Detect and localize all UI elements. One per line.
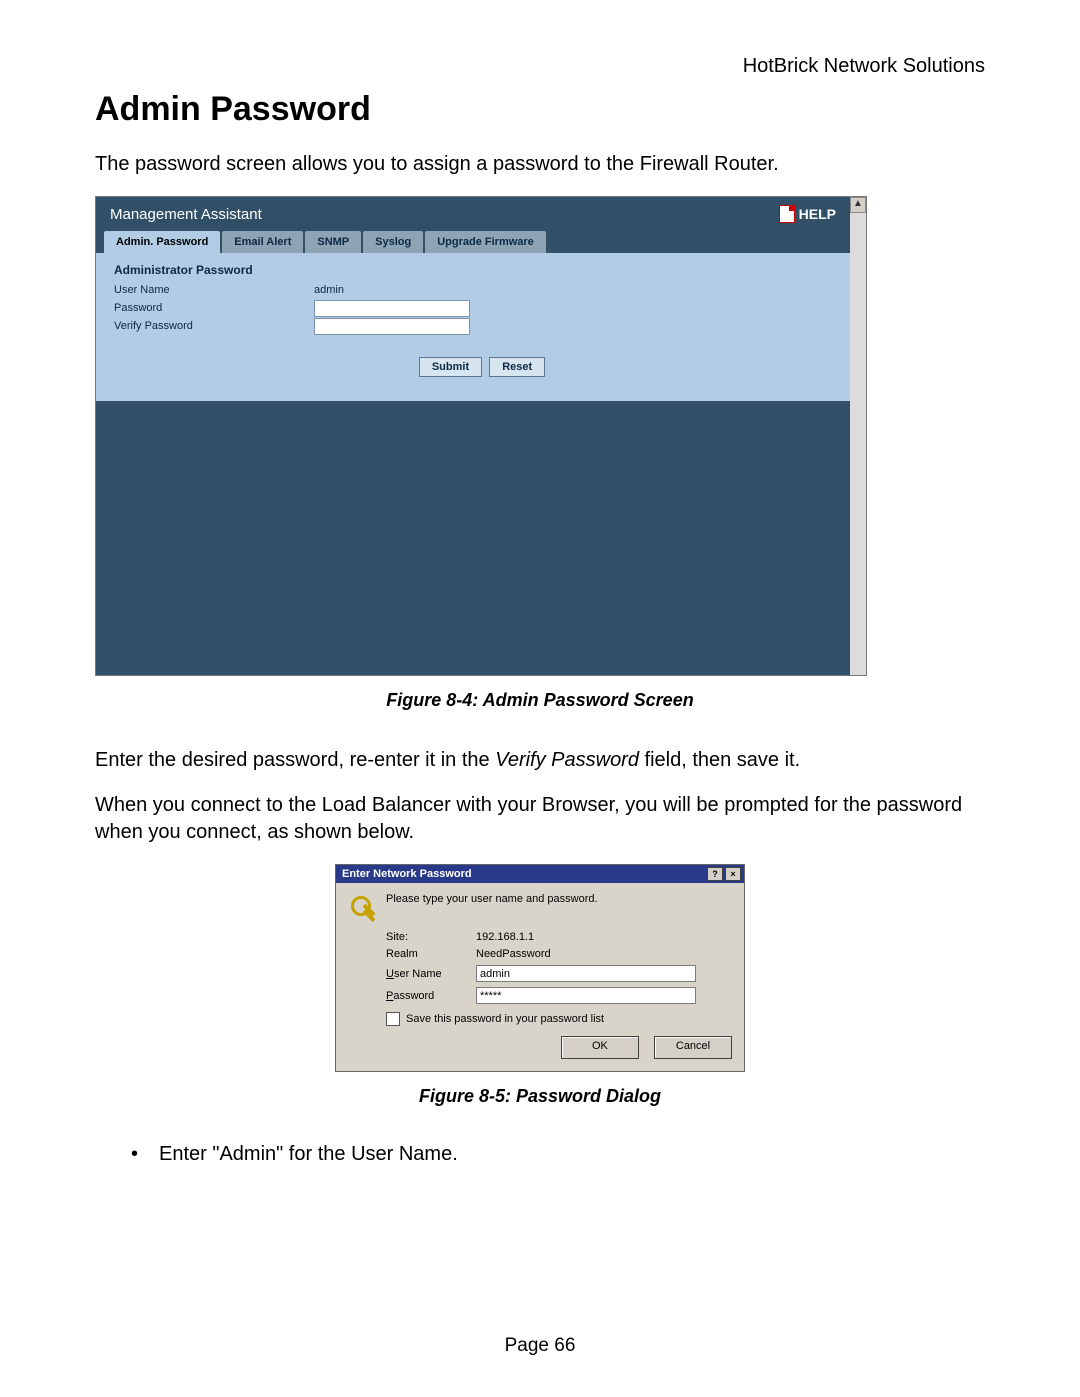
figure-caption-2: Figure 8-5: Password Dialog bbox=[95, 1086, 985, 1107]
bullet-1: Enter "Admin" for the User Name. bbox=[131, 1143, 985, 1166]
realm-label: Realm bbox=[386, 948, 476, 960]
dialog-password-label: Password bbox=[386, 990, 476, 1002]
tab-admin-password[interactable]: Admin. Password bbox=[104, 231, 220, 253]
ok-button[interactable]: OK bbox=[561, 1036, 639, 1059]
bullet-list: Enter "Admin" for the User Name. bbox=[131, 1143, 985, 1166]
reset-button[interactable]: Reset bbox=[489, 357, 545, 377]
tab-email-alert[interactable]: Email Alert bbox=[222, 231, 303, 253]
dialog-help-button[interactable]: ? bbox=[707, 867, 723, 881]
admin-password-panel: Administrator Password User Name admin P… bbox=[96, 253, 850, 401]
help-icon bbox=[779, 205, 795, 223]
intro-text: The password screen allows you to assign… bbox=[95, 151, 985, 178]
tab-snmp[interactable]: SNMP bbox=[305, 231, 361, 253]
verify-password-label: Verify Password bbox=[114, 320, 314, 332]
dialog-title-bar: Enter Network Password ? × bbox=[336, 865, 744, 883]
username-value: admin bbox=[314, 284, 474, 296]
tab-upgrade-firmware[interactable]: Upgrade Firmware bbox=[425, 231, 546, 253]
dialog-username-label: User Name bbox=[386, 968, 476, 980]
verify-password-input[interactable] bbox=[314, 318, 470, 335]
site-label: Site: bbox=[386, 931, 476, 943]
header-brand: HotBrick Network Solutions bbox=[95, 55, 985, 78]
admin-password-screenshot: ▲ Management Assistant HELP Admin. Passw… bbox=[95, 196, 867, 676]
paragraph-3: When you connect to the Load Balancer wi… bbox=[95, 792, 985, 846]
section-title: Administrator Password bbox=[114, 263, 850, 277]
page-number: Page 66 bbox=[0, 1335, 1080, 1357]
scroll-up-icon[interactable]: ▲ bbox=[850, 197, 866, 213]
password-dialog: Enter Network Password ? × Please type y… bbox=[335, 864, 745, 1072]
dialog-prompt: Please type your user name and password. bbox=[386, 893, 598, 905]
paragraph-2: Enter the desired password, re-enter it … bbox=[95, 747, 985, 774]
site-value: 192.168.1.1 bbox=[476, 931, 732, 943]
help-button[interactable]: HELP bbox=[779, 205, 836, 223]
tab-bar: Admin. Password Email Alert SNMP Syslog … bbox=[96, 231, 850, 253]
tab-syslog[interactable]: Syslog bbox=[363, 231, 423, 253]
figure-caption-1: Figure 8-4: Admin Password Screen bbox=[95, 690, 985, 711]
help-label: HELP bbox=[799, 206, 836, 222]
dialog-password-input[interactable] bbox=[476, 987, 696, 1004]
dialog-username-input[interactable] bbox=[476, 965, 696, 982]
scrollbar[interactable]: ▲ bbox=[849, 197, 866, 675]
app-title: Management Assistant bbox=[110, 206, 262, 223]
submit-button[interactable]: Submit bbox=[419, 357, 482, 377]
key-icon bbox=[348, 893, 376, 921]
password-input[interactable] bbox=[314, 300, 470, 317]
username-label: User Name bbox=[114, 284, 314, 296]
save-password-label: Save this password in your password list bbox=[406, 1013, 604, 1025]
cancel-button[interactable]: Cancel bbox=[654, 1036, 732, 1059]
save-password-checkbox[interactable]: Save this password in your password list bbox=[386, 1012, 732, 1026]
dialog-title: Enter Network Password bbox=[342, 868, 472, 880]
dialog-close-button[interactable]: × bbox=[725, 867, 741, 881]
password-label: Password bbox=[114, 302, 314, 314]
checkbox-icon bbox=[386, 1012, 400, 1026]
page-title: Admin Password bbox=[95, 90, 985, 129]
realm-value: NeedPassword bbox=[476, 948, 732, 960]
